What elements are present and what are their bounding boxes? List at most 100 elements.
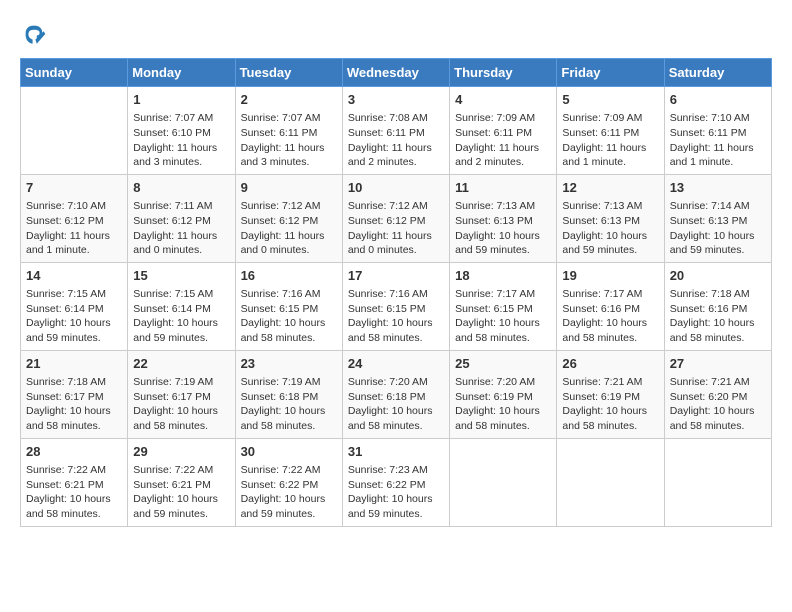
day-number: 26	[562, 355, 658, 373]
day-info: Sunrise: 7:20 AMSunset: 6:19 PMDaylight:…	[455, 375, 551, 434]
day-info: Sunrise: 7:21 AMSunset: 6:19 PMDaylight:…	[562, 375, 658, 434]
day-info: Sunrise: 7:07 AMSunset: 6:10 PMDaylight:…	[133, 111, 229, 170]
header-sunday: Sunday	[21, 59, 128, 87]
day-info: Sunrise: 7:09 AMSunset: 6:11 PMDaylight:…	[562, 111, 658, 170]
calendar-week-row: 7 Sunrise: 7:10 AMSunset: 6:12 PMDaylight…	[21, 174, 772, 262]
logo-icon	[20, 20, 48, 48]
day-info: Sunrise: 7:08 AMSunset: 6:11 PMDaylight:…	[348, 111, 444, 170]
calendar-cell: 23Sunrise: 7:19 AMSunset: 6:18 PMDayligh…	[235, 350, 342, 438]
day-number: 8	[133, 179, 229, 197]
calendar-cell: 3 Sunrise: 7:08 AMSunset: 6:11 PMDaylight…	[342, 87, 449, 175]
calendar-header-row: SundayMondayTuesdayWednesdayThursdayFrid…	[21, 59, 772, 87]
calendar-table: SundayMondayTuesdayWednesdayThursdayFrid…	[20, 58, 772, 527]
day-info: Sunrise: 7:10 AMSunset: 6:12 PMDaylight:…	[26, 199, 122, 258]
page-header	[20, 20, 772, 48]
header-thursday: Thursday	[450, 59, 557, 87]
calendar-cell: 1 Sunrise: 7:07 AMSunset: 6:10 PMDaylight…	[128, 87, 235, 175]
calendar-cell	[21, 87, 128, 175]
day-number: 28	[26, 443, 122, 461]
day-info: Sunrise: 7:13 AMSunset: 6:13 PMDaylight:…	[562, 199, 658, 258]
header-wednesday: Wednesday	[342, 59, 449, 87]
day-number: 24	[348, 355, 444, 373]
calendar-cell: 18 Sunrise: 7:17 AMSunset: 6:15 PMDayligh…	[450, 262, 557, 350]
calendar-cell: 4 Sunrise: 7:09 AMSunset: 6:11 PMDaylight…	[450, 87, 557, 175]
day-number: 3	[348, 91, 444, 109]
day-info: Sunrise: 7:16 AMSunset: 6:15 PMDaylight:…	[348, 287, 444, 346]
day-number: 14	[26, 267, 122, 285]
day-number: 11	[455, 179, 551, 197]
day-number: 25	[455, 355, 551, 373]
day-info: Sunrise: 7:22 AMSunset: 6:21 PMDaylight:…	[26, 463, 122, 522]
day-info: Sunrise: 7:09 AMSunset: 6:11 PMDaylight:…	[455, 111, 551, 170]
calendar-cell: 20Sunrise: 7:18 AMSunset: 6:16 PMDayligh…	[664, 262, 771, 350]
day-info: Sunrise: 7:12 AMSunset: 6:12 PMDaylight:…	[348, 199, 444, 258]
day-info: Sunrise: 7:17 AMSunset: 6:16 PMDaylight:…	[562, 287, 658, 346]
day-number: 18	[455, 267, 551, 285]
calendar-cell: 13 Sunrise: 7:14 AMSunset: 6:13 PMDayligh…	[664, 174, 771, 262]
calendar-week-row: 28 Sunrise: 7:22 AMSunset: 6:21 PMDayligh…	[21, 438, 772, 526]
calendar-cell: 25 Sunrise: 7:20 AMSunset: 6:19 PMDayligh…	[450, 350, 557, 438]
day-number: 17	[348, 267, 444, 285]
calendar-cell: 8 Sunrise: 7:11 AMSunset: 6:12 PMDaylight…	[128, 174, 235, 262]
day-number: 4	[455, 91, 551, 109]
day-number: 5	[562, 91, 658, 109]
day-info: Sunrise: 7:20 AMSunset: 6:18 PMDaylight:…	[348, 375, 444, 434]
day-info: Sunrise: 7:16 AMSunset: 6:15 PMDaylight:…	[241, 287, 337, 346]
day-info: Sunrise: 7:22 AMSunset: 6:22 PMDaylight:…	[241, 463, 337, 522]
day-info: Sunrise: 7:07 AMSunset: 6:11 PMDaylight:…	[241, 111, 337, 170]
calendar-cell: 11 Sunrise: 7:13 AMSunset: 6:13 PMDayligh…	[450, 174, 557, 262]
day-number: 2	[241, 91, 337, 109]
day-number: 1	[133, 91, 229, 109]
day-info: Sunrise: 7:14 AMSunset: 6:13 PMDaylight:…	[670, 199, 766, 258]
day-info: Sunrise: 7:19 AMSunset: 6:17 PMDaylight:…	[133, 375, 229, 434]
calendar-cell: 26 Sunrise: 7:21 AMSunset: 6:19 PMDayligh…	[557, 350, 664, 438]
day-number: 22	[133, 355, 229, 373]
day-number: 15	[133, 267, 229, 285]
header-saturday: Saturday	[664, 59, 771, 87]
day-info: Sunrise: 7:17 AMSunset: 6:15 PMDaylight:…	[455, 287, 551, 346]
calendar-week-row: 14 Sunrise: 7:15 AMSunset: 6:14 PMDayligh…	[21, 262, 772, 350]
day-number: 9	[241, 179, 337, 197]
calendar-cell: 16Sunrise: 7:16 AMSunset: 6:15 PMDayligh…	[235, 262, 342, 350]
calendar-cell: 14Sunrise: 7:15 AMSunset: 6:14 PMDayligh…	[21, 262, 128, 350]
calendar-cell: 7 Sunrise: 7:10 AMSunset: 6:12 PMDaylight…	[21, 174, 128, 262]
day-number: 31	[348, 443, 444, 461]
day-number: 30	[241, 443, 337, 461]
calendar-cell: 22 Sunrise: 7:19 AMSunset: 6:17 PMDayligh…	[128, 350, 235, 438]
day-info: Sunrise: 7:13 AMSunset: 6:13 PMDaylight:…	[455, 199, 551, 258]
day-info: Sunrise: 7:22 AMSunset: 6:21 PMDaylight:…	[133, 463, 229, 522]
calendar-cell: 6Sunrise: 7:10 AMSunset: 6:11 PMDaylight…	[664, 87, 771, 175]
day-info: Sunrise: 7:18 AMSunset: 6:17 PMDaylight:…	[26, 375, 122, 434]
day-info: Sunrise: 7:21 AMSunset: 6:20 PMDaylight:…	[670, 375, 766, 434]
calendar-cell: 17 Sunrise: 7:16 AMSunset: 6:15 PMDayligh…	[342, 262, 449, 350]
calendar-cell	[450, 438, 557, 526]
day-number: 23	[241, 355, 337, 373]
day-info: Sunrise: 7:23 AMSunset: 6:22 PMDaylight:…	[348, 463, 444, 522]
day-number: 7	[26, 179, 122, 197]
calendar-cell: 19 Sunrise: 7:17 AMSunset: 6:16 PMDayligh…	[557, 262, 664, 350]
calendar-cell: 30 Sunrise: 7:22 AMSunset: 6:22 PMDayligh…	[235, 438, 342, 526]
calendar-week-row: 1 Sunrise: 7:07 AMSunset: 6:10 PMDaylight…	[21, 87, 772, 175]
day-info: Sunrise: 7:10 AMSunset: 6:11 PMDaylight:…	[670, 111, 766, 170]
day-number: 13	[670, 179, 766, 197]
calendar-cell: 27 Sunrise: 7:21 AMSunset: 6:20 PMDayligh…	[664, 350, 771, 438]
calendar-cell	[664, 438, 771, 526]
calendar-cell: 9 Sunrise: 7:12 AMSunset: 6:12 PMDaylight…	[235, 174, 342, 262]
header-tuesday: Tuesday	[235, 59, 342, 87]
calendar-cell: 12 Sunrise: 7:13 AMSunset: 6:13 PMDayligh…	[557, 174, 664, 262]
day-number: 20	[670, 267, 766, 285]
calendar-cell	[557, 438, 664, 526]
calendar-cell: 28 Sunrise: 7:22 AMSunset: 6:21 PMDayligh…	[21, 438, 128, 526]
day-number: 21	[26, 355, 122, 373]
day-info: Sunrise: 7:15 AMSunset: 6:14 PMDaylight:…	[133, 287, 229, 346]
day-info: Sunrise: 7:11 AMSunset: 6:12 PMDaylight:…	[133, 199, 229, 258]
calendar-cell: 2 Sunrise: 7:07 AMSunset: 6:11 PMDaylight…	[235, 87, 342, 175]
day-number: 19	[562, 267, 658, 285]
day-info: Sunrise: 7:12 AMSunset: 6:12 PMDaylight:…	[241, 199, 337, 258]
logo	[20, 20, 52, 48]
calendar-week-row: 21 Sunrise: 7:18 AMSunset: 6:17 PMDayligh…	[21, 350, 772, 438]
calendar-cell: 15 Sunrise: 7:15 AMSunset: 6:14 PMDayligh…	[128, 262, 235, 350]
header-friday: Friday	[557, 59, 664, 87]
day-number: 27	[670, 355, 766, 373]
day-number: 12	[562, 179, 658, 197]
